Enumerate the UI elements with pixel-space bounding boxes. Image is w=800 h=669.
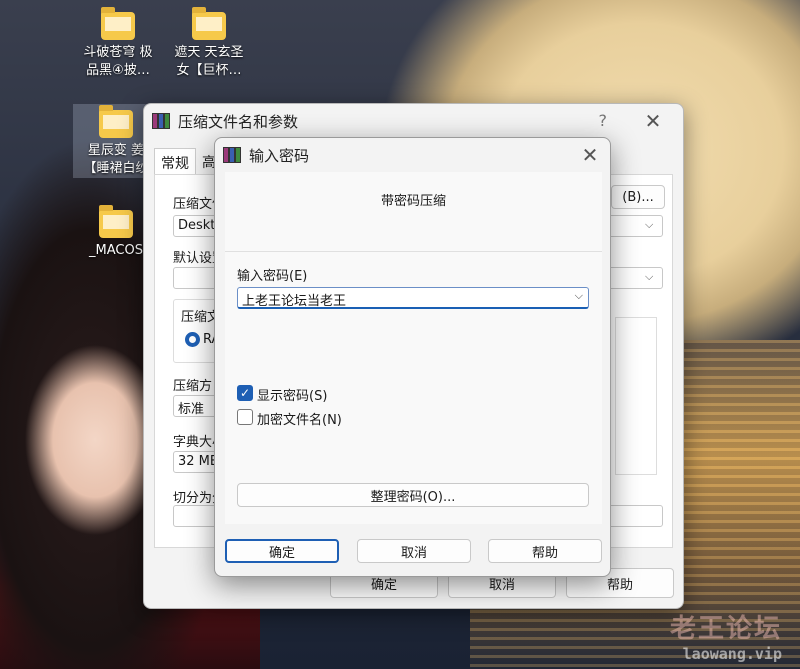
encrypt-filenames-checkbox[interactable] <box>237 409 253 425</box>
dialog-help-button[interactable]: 帮助 <box>488 539 602 563</box>
password-input[interactable]: 上老王论坛当老王 ⌵ <box>237 287 589 309</box>
help-icon[interactable]: ? <box>599 111 608 130</box>
organize-passwords-button[interactable]: 整理密码(O)... <box>237 483 589 507</box>
winrar-icon <box>152 113 172 129</box>
chevron-down-icon: ⌵ <box>645 218 654 231</box>
dialog-ok-button[interactable]: 确定 <box>225 539 339 563</box>
compression-method-value: 标准 <box>178 402 205 417</box>
tab-general[interactable]: 常规 <box>154 148 196 177</box>
folder-icon <box>99 205 133 238</box>
folder-icon <box>99 105 133 138</box>
password-label: 输入密码(E) <box>237 269 308 284</box>
close-icon[interactable]: ✕ <box>639 108 667 134</box>
folder-icon <box>192 7 226 40</box>
dialog-body: 带密码压缩 <box>225 172 602 524</box>
browse-button[interactable]: (B)... <box>611 185 665 209</box>
desktop-icon-label: 遮天 天玄圣 <box>174 45 244 60</box>
encrypt-filenames-label[interactable]: 加密文件名(N) <box>257 409 342 428</box>
compression-method-label: 压缩方 <box>173 379 213 394</box>
dialog-heading: 带密码压缩 <box>380 194 446 209</box>
dialog-cancel-button[interactable]: 取消 <box>357 539 471 563</box>
chevron-down-icon[interactable]: ⌵ <box>575 289 583 303</box>
desktop-icon-label: _MACOS <box>89 243 143 258</box>
show-password-label[interactable]: 显示密码(S) <box>257 385 327 404</box>
show-password-checkbox[interactable]: ✓ <box>237 385 253 401</box>
chevron-down-icon: ⌵ <box>645 270 654 283</box>
close-icon[interactable]: ✕ <box>576 142 604 168</box>
dictionary-size-value: 32 MB <box>178 454 219 469</box>
dialog-titlebar: 输入密码 ✕ <box>215 138 610 172</box>
desktop-icon-label: 斗破苍穹 极 <box>83 45 153 60</box>
folder-icon <box>101 7 135 40</box>
password-value: 上老王论坛当老王 <box>242 294 347 309</box>
watermark-url: laowang.vip <box>682 645 782 663</box>
desktop-icon-label: 星辰变 姜 <box>87 143 145 158</box>
desktop-icon-label: 品黑④披… <box>86 63 150 78</box>
format-radio[interactable] <box>185 332 200 347</box>
options-group <box>615 317 657 475</box>
password-dialog: 输入密码 ✕ 带密码压缩 输入密码(E) 上老王论坛当老王 ⌵ ✓ 显示密码(S… <box>214 137 611 577</box>
window-titlebar: 压缩文件名和参数 ? ✕ <box>144 104 683 138</box>
tab-strip: 常规 高 <box>154 148 222 177</box>
desktop-icon-label: 【睡裙白纱 <box>83 161 149 176</box>
desktop-icon-label: 女【巨杯… <box>176 63 242 78</box>
desktop-icon-folder-1[interactable]: 斗破苍穹 极 品黑④披… <box>75 7 161 80</box>
site-watermark: 老王论坛 laowang.vip <box>670 608 782 663</box>
window-title: 压缩文件名和参数 <box>178 112 299 131</box>
watermark-text: 老王论坛 <box>669 614 782 644</box>
winrar-icon <box>223 147 243 163</box>
dialog-title: 输入密码 <box>249 146 310 165</box>
desktop-icon-folder-2[interactable]: 遮天 天玄圣 女【巨杯… <box>166 7 252 80</box>
